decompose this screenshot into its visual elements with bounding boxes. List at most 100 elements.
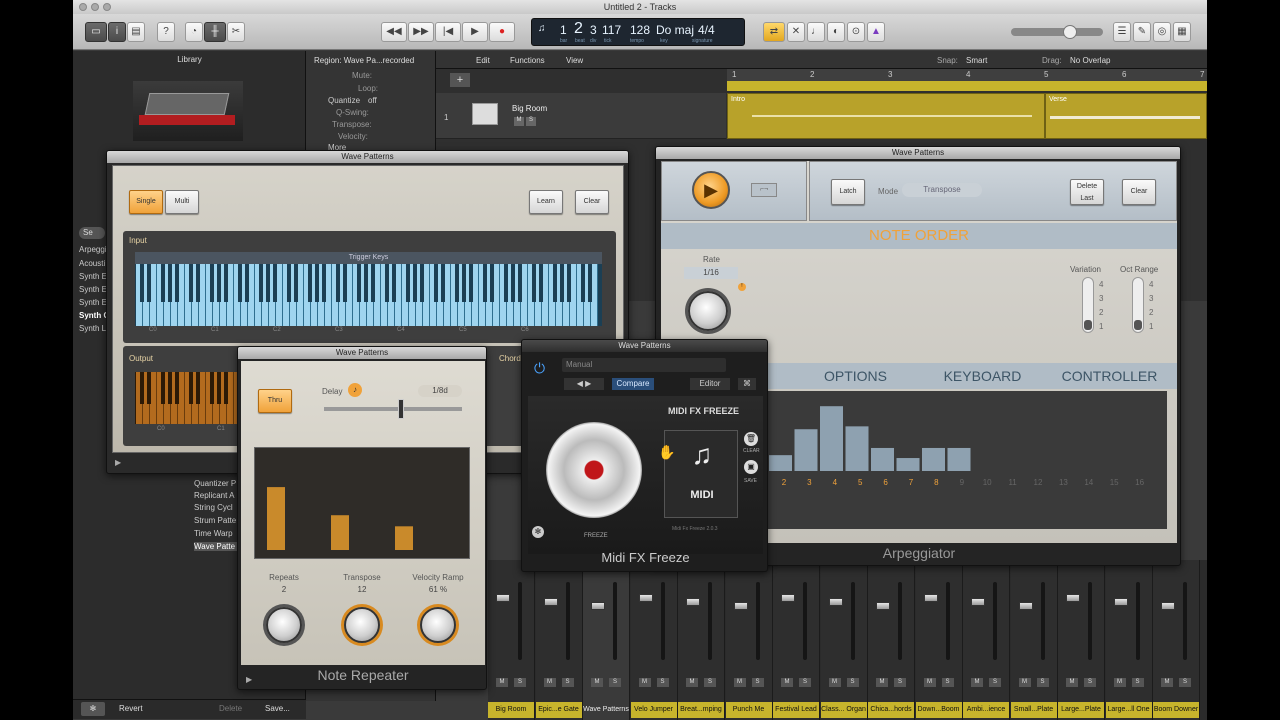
solo-button[interactable]: S [514, 678, 526, 687]
channel-name[interactable]: Chica...hords [868, 702, 914, 718]
close-window-button[interactable] [79, 3, 87, 11]
channel-name[interactable]: Punch Me [725, 702, 772, 718]
volume-fader[interactable] [781, 594, 795, 602]
track-mute-button[interactable]: M [514, 117, 524, 126]
volume-fader[interactable] [876, 602, 890, 610]
zoom-window-button[interactable] [103, 3, 111, 11]
output-key[interactable] [199, 372, 206, 424]
piano-key[interactable] [248, 264, 255, 326]
solo-button[interactable]: S [656, 678, 669, 687]
channel-name[interactable]: Breat...mping [678, 702, 724, 718]
single-button[interactable]: Single [129, 190, 163, 214]
solo-button[interactable]: S [609, 678, 621, 687]
rate-sync-icon[interactable]: ! [738, 283, 746, 291]
oct-range-slider[interactable] [1132, 277, 1144, 333]
piano-key[interactable] [150, 264, 157, 326]
plugin-item-selected[interactable]: Wave Patte [194, 542, 240, 551]
track-header[interactable]: 1 Big Room M S [436, 93, 726, 139]
piano-key[interactable] [469, 264, 473, 302]
minimize-window-button[interactable] [91, 3, 99, 11]
piano-key[interactable] [462, 264, 466, 302]
library-item[interactable]: Acousti [79, 259, 105, 268]
piano-key[interactable] [434, 264, 438, 302]
piano-key[interactable] [238, 264, 242, 302]
piano-key[interactable] [140, 264, 144, 302]
arp-step-chart[interactable]: 2 3 4 5 6 7 8 9 10 11 12 13 14 15 16 [767, 391, 1167, 529]
mute-button[interactable]: M [733, 678, 746, 687]
thru-button[interactable]: Thru [258, 389, 292, 413]
solo-button[interactable]: S [1084, 678, 1096, 687]
piano-key[interactable] [322, 264, 326, 302]
rate-knob[interactable] [688, 291, 728, 331]
library-toggle-icon[interactable]: ▭ [85, 22, 107, 42]
mute-button[interactable]: M [1113, 678, 1126, 687]
revert-button[interactable]: Revert [119, 704, 143, 713]
channel-name[interactable]: Small...Plate [1010, 702, 1057, 718]
library-search-input[interactable]: Se [79, 227, 105, 239]
solo-button[interactable]: S [561, 678, 574, 687]
plugin-item[interactable]: Quantizer P [194, 479, 236, 488]
plugin-item[interactable]: Strum Patte [194, 516, 236, 525]
piano-key[interactable] [420, 264, 424, 302]
piano-key[interactable] [567, 264, 571, 302]
solo-button[interactable]: S [1036, 678, 1049, 687]
piano-key[interactable] [245, 264, 249, 302]
help-icon[interactable]: ? [157, 22, 175, 42]
volume-fader[interactable] [496, 594, 510, 602]
solo-button[interactable]: S [704, 678, 716, 687]
smart-controls-icon[interactable]: ◔ [185, 22, 203, 42]
delete-button[interactable]: Delete [219, 704, 242, 713]
volume-fader[interactable] [1066, 594, 1080, 602]
master-volume-slider[interactable] [1011, 25, 1103, 39]
tuner-icon[interactable]: ♩ [807, 22, 825, 42]
piano-key[interactable] [539, 264, 543, 302]
velocity-ramp-knob[interactable] [420, 607, 456, 643]
output-key[interactable] [217, 372, 221, 404]
functions-menu[interactable]: Functions [510, 56, 545, 65]
learn-button[interactable]: Learn [529, 190, 563, 214]
mixer-icon[interactable]: ╫ [204, 22, 226, 42]
piano-key[interactable] [483, 264, 487, 302]
piano-key[interactable] [560, 264, 564, 302]
repeats-knob[interactable] [266, 607, 302, 643]
piano-key[interactable] [581, 264, 585, 302]
notepad-icon[interactable]: ✎ [1133, 22, 1151, 42]
arp-step-bar[interactable] [845, 426, 869, 471]
volume-fader[interactable] [733, 602, 748, 610]
piano-key[interactable] [178, 264, 185, 326]
piano-key[interactable] [357, 264, 361, 302]
output-key[interactable] [224, 372, 228, 404]
piano-key[interactable] [385, 264, 389, 302]
solo-button[interactable]: S [799, 678, 811, 687]
tab-controller[interactable]: CONTROLLER [1047, 365, 1172, 387]
piano-key[interactable] [168, 264, 172, 302]
piano-key[interactable] [413, 264, 417, 302]
solo-button[interactable]: S [846, 678, 859, 687]
drag-hand-icon[interactable]: ✋ [658, 444, 675, 461]
record-button[interactable]: ● [489, 22, 515, 42]
piano-key[interactable] [287, 264, 291, 302]
region-verse[interactable]: Verse [1045, 93, 1207, 139]
play-icon[interactable]: ▶ [692, 171, 730, 209]
solo-icon[interactable]: ◐ [827, 22, 845, 42]
library-item[interactable]: Synth L [79, 324, 106, 333]
plugin-item[interactable]: Replicant A [194, 491, 234, 500]
piano-key[interactable] [297, 264, 304, 326]
piano-key[interactable] [591, 264, 598, 326]
piano-key[interactable] [259, 264, 263, 302]
mute-button[interactable]: M [638, 678, 651, 687]
mute-button[interactable]: M [591, 678, 603, 687]
multi-button[interactable]: Multi [165, 190, 199, 214]
add-track-button[interactable]: + [450, 73, 470, 87]
piano-key[interactable] [444, 264, 451, 326]
channel-name[interactable]: Class... Organ [820, 702, 867, 718]
channel-name[interactable]: Epic...e Gate [535, 702, 582, 718]
output-key[interactable] [168, 372, 172, 404]
mute-button[interactable]: M [1161, 678, 1173, 687]
arp-clear-button[interactable]: Clear [1122, 179, 1156, 205]
view-menu[interactable]: View [566, 56, 583, 65]
piano-key[interactable] [227, 264, 234, 326]
arp-step-bar[interactable] [896, 458, 920, 471]
piano-key[interactable] [392, 264, 396, 302]
track-solo-button[interactable]: S [526, 117, 536, 126]
